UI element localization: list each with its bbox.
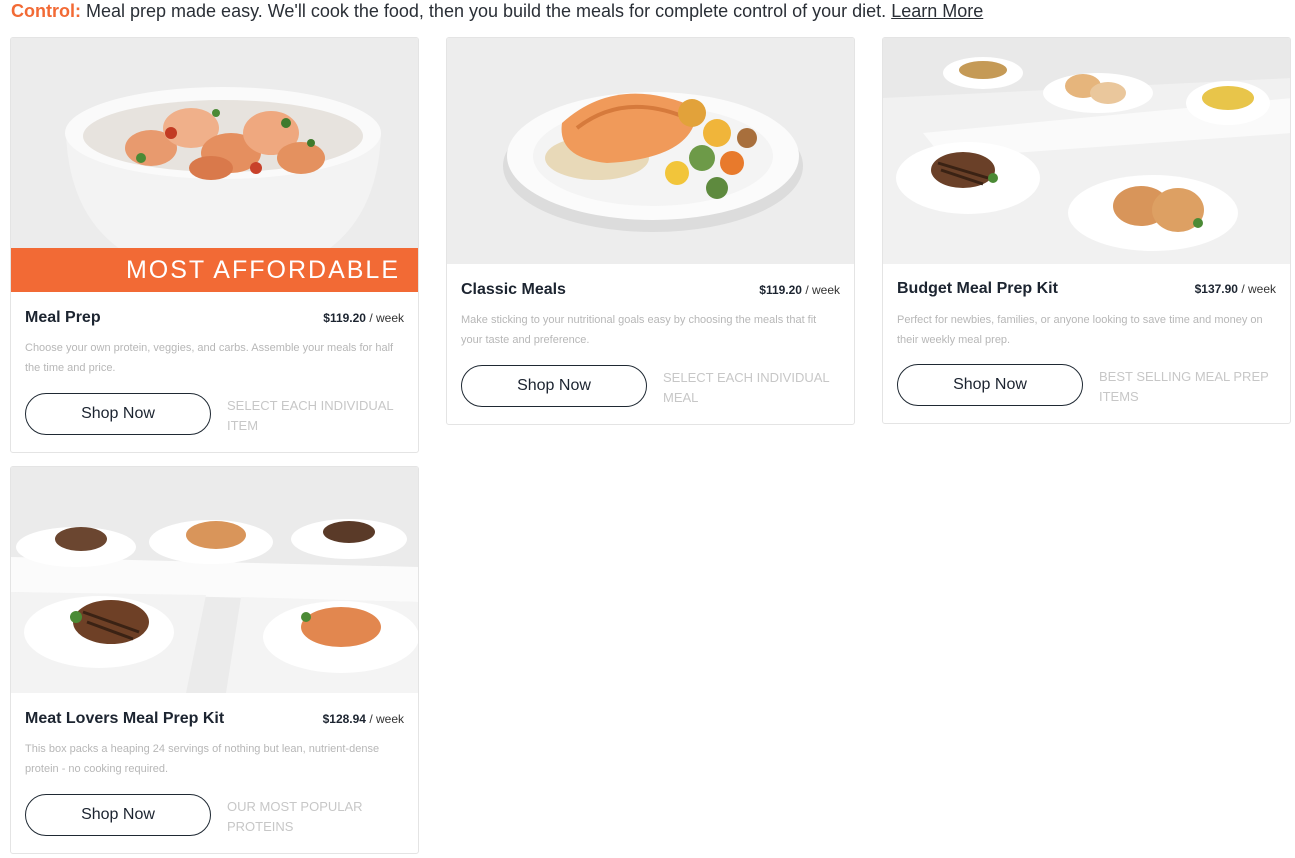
classic-meals-image [447,38,854,264]
price-amount: $128.94 [322,712,366,726]
price-unit: / week [1237,282,1276,296]
card-description: This box packs a heaping 24 servings of … [25,743,380,775]
meat-lovers-image [11,467,418,693]
card-title: Budget Meal Prep Kit [897,280,1058,297]
card-tagline: OUR MOST POPULAR PROTEINS [227,799,363,834]
price-unit: / week [365,311,404,325]
card-tagline: BEST SELLING MEAL PREP ITEMS [1099,369,1269,404]
card-title: Meal Prep [25,309,101,326]
learn-more-link[interactable]: Learn More [891,1,983,21]
card-price: $119.20 / week [759,283,840,297]
product-card-classic-meals: Classic Meals $119.20 / week Make sticki… [446,37,855,425]
product-card-budget-kit: Budget Meal Prep Kit $137.90 / week Perf… [882,37,1291,424]
intro-line: Control: Meal prep made easy. We'll cook… [11,0,983,22]
card-price: $128.94 / week [323,712,404,726]
card-title: Meat Lovers Meal Prep Kit [25,710,225,727]
card-description: Perfect for newbies, families, or anyone… [897,314,1263,346]
card-description: Choose your own protein, veggies, and ca… [25,342,394,374]
card-title: Classic Meals [461,281,566,298]
budget-kit-image [883,38,1290,264]
card-description: Make sticking to your nutritional goals … [461,314,817,346]
card-tagline: SELECT EACH INDIVIDUAL ITEM [227,398,394,433]
price-amount: $119.20 [323,311,366,325]
card-tagline: SELECT EACH INDIVIDUAL MEAL [663,370,830,405]
most-affordable-banner: MOST AFFORDABLE [11,248,418,292]
card-price: $137.90 / week [1195,282,1276,296]
intro-text: Meal prep made easy. We'll cook the food… [80,1,892,21]
price-unit: / week [365,712,404,726]
shop-now-button[interactable]: Shop Now [25,794,211,836]
shop-now-button[interactable]: Shop Now [897,364,1083,406]
card-price: $119.20 / week [323,311,404,325]
price-amount: $137.90 [1194,282,1238,296]
price-amount: $119.20 [759,283,802,297]
shop-now-button[interactable]: Shop Now [461,365,647,407]
intro-lead: Control: [11,1,81,21]
shop-now-button[interactable]: Shop Now [25,393,211,435]
price-unit: / week [801,283,840,297]
product-card-meal-prep: MOST AFFORDABLE Meal Prep $119.20 / week… [10,37,419,453]
product-card-meat-lovers: Meat Lovers Meal Prep Kit $128.94 / week… [10,466,419,854]
meal-prep-image: MOST AFFORDABLE [11,38,418,292]
